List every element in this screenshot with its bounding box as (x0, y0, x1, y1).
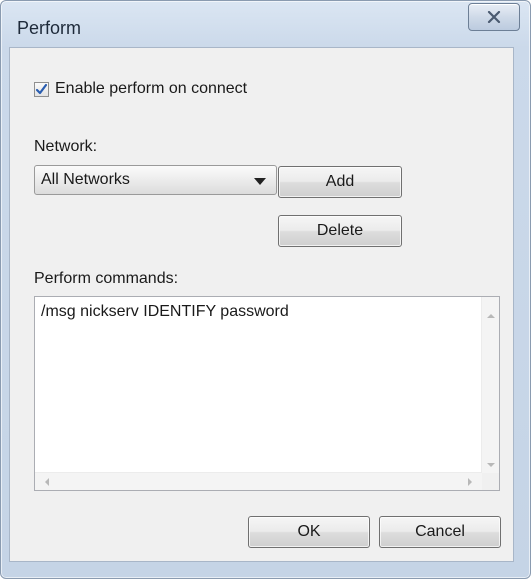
dialog-body: Enable perform on connect Network: All N… (9, 47, 514, 562)
scroll-right-icon[interactable] (468, 478, 472, 486)
scrollbar-corner (482, 473, 499, 490)
add-button[interactable]: Add (278, 166, 402, 198)
network-select[interactable]: All Networks (34, 165, 277, 195)
dropdown-arrow-icon (254, 178, 266, 185)
scroll-up-icon[interactable] (487, 314, 495, 318)
perform-dialog: Perform Enable perform on connect Networ… (0, 0, 531, 579)
enable-perform-row[interactable]: Enable perform on connect (34, 80, 247, 98)
close-x-icon (487, 11, 501, 23)
title-bar[interactable]: Perform (1, 1, 530, 47)
enable-perform-checkbox[interactable] (34, 81, 49, 97)
perform-commands-text: /msg nickserv IDENTIFY password (41, 303, 289, 320)
scroll-down-icon[interactable] (487, 463, 495, 467)
close-button[interactable] (468, 3, 520, 31)
window-title: Perform (17, 18, 82, 38)
horizontal-scrollbar[interactable] (35, 472, 482, 490)
network-label: Network: (34, 138, 98, 155)
checkmark-icon (35, 83, 48, 94)
perform-commands-textarea[interactable]: /msg nickserv IDENTIFY password (34, 296, 500, 491)
enable-perform-label: Enable perform on connect (55, 80, 248, 97)
network-select-value: All Networks (41, 171, 130, 188)
vertical-scrollbar[interactable] (481, 297, 499, 473)
perform-commands-label: Perform commands: (34, 270, 179, 287)
scroll-left-icon[interactable] (45, 478, 49, 486)
cancel-button[interactable]: Cancel (379, 516, 501, 548)
delete-button[interactable]: Delete (278, 215, 402, 247)
ok-button[interactable]: OK (248, 516, 370, 548)
